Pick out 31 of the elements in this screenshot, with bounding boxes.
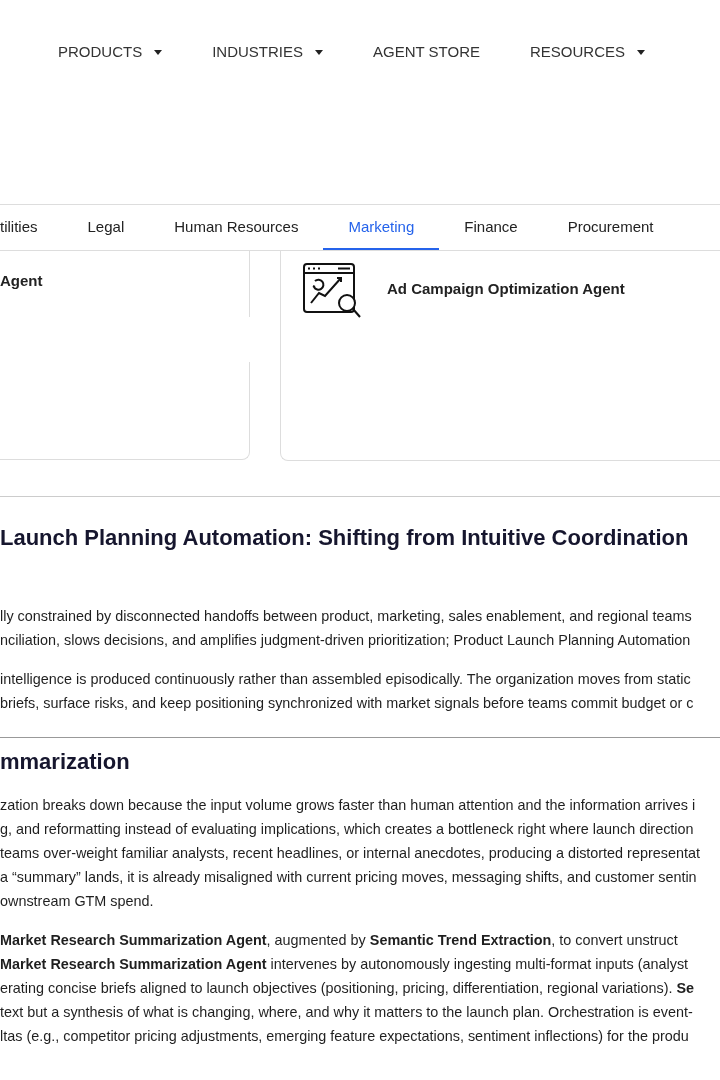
card-title: Agent [0, 272, 43, 289]
paragraph-line: teams over-weight familiar analysts, recent headlines, or internal anecdotes, producing a distorted representat [0, 844, 701, 863]
paragraph-line: a “summary” lands, it is already misaligned with current pricing moves, messaging shifts, and customer sentin [0, 868, 698, 887]
paragraph-line: ltas (e.g., competitor pricing adjustments, emerging feature expectations, sentiment inflections) for the produ [0, 1027, 690, 1046]
paragraph-line: Market Research Summarization Agent, augmented by Semantic Trend Extraction, to convert unstruct [0, 931, 679, 950]
agent-card[interactable]: Ad Campaign Optimization Agent [280, 251, 720, 461]
paragraph-line: erating concise briefs aligned to launch objectives (positioning, pricing, differentiation, regional variations). Se [0, 979, 696, 998]
category-tab[interactable]: tilities [0, 205, 63, 250]
paragraph-line: lly constrained by disconnected handoffs between product, marketing, sales enablement, and regional teams [0, 607, 693, 626]
paragraph-line: Market Research Summarization Agent intervenes by autonomously ingesting multi-format inputs (analyst [0, 955, 690, 974]
paragraph-line: ownstream GTM spend. [0, 892, 155, 911]
paragraph-line: text but a synthesis of what is changing, where, and why it matters to the launch plan. Orchestration is event- [0, 1003, 694, 1022]
category-tab[interactable]: Human Resources [149, 205, 324, 250]
article-title: Launch Planning Automation: Shifting from Intuitive Coordination [0, 524, 690, 552]
paragraph-line: zation breaks down because the input volume grows faster than human attention and the information arrives i [0, 796, 697, 815]
paragraph-line: nciliation, slows decisions, and amplifies judgment-driven prioritization; Product Launch Planning Automation [0, 631, 692, 650]
agent-card[interactable]: Agent [0, 251, 250, 317]
category-tab[interactable]: Finance [439, 205, 543, 250]
section-heading: mmarization [0, 748, 131, 776]
paragraph-line: intelligence is produced continuously rather than assembled episodically. The organization moves from static [0, 670, 692, 689]
category-tab[interactable]: Legal [62, 205, 150, 250]
chart-magnifier-icon [303, 263, 363, 319]
nav-link[interactable]: INDUSTRIES [212, 40, 323, 64]
nav-link[interactable]: PRODUCTS [58, 40, 163, 64]
nav-link[interactable]: AGENT STORE [373, 40, 480, 64]
nav-link[interactable]: RESOURCES [530, 40, 646, 64]
category-tab[interactable]: Marketing [323, 205, 440, 250]
paragraph-line: briefs, surface risks, and keep positioning synchronized with market signals before teams commit budget or c [0, 694, 695, 713]
paragraph-line: g, and reformatting instead of evaluating implications, which creates a bottleneck right where launch direction [0, 820, 695, 839]
card-title: Ad Campaign Optimization Agent [387, 279, 625, 299]
category-tab[interactable]: Procurement [542, 205, 679, 250]
